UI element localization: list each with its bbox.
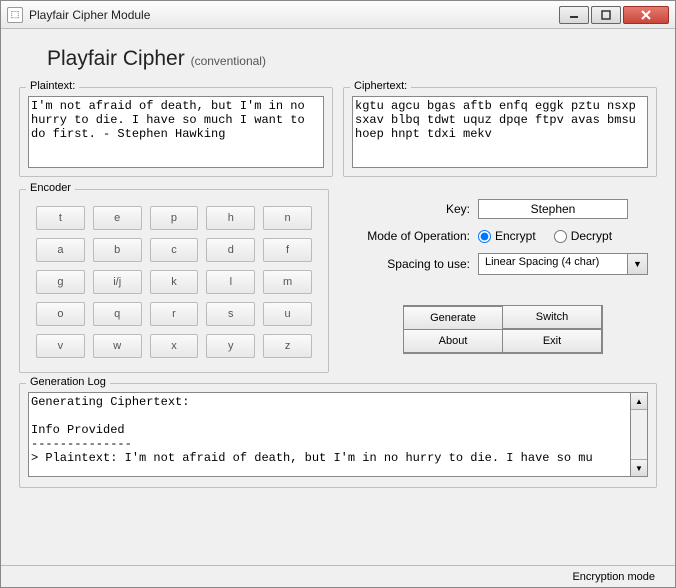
encoder-cell: t bbox=[36, 206, 85, 230]
encoder-cell: r bbox=[150, 302, 199, 326]
plaintext-group: Plaintext: I'm not afraid of death, but … bbox=[19, 87, 333, 177]
status-text: Encryption mode bbox=[572, 571, 655, 583]
ciphertext-group: Ciphertext: kgtu agcu bgas aftb enfq egg… bbox=[343, 87, 657, 177]
plaintext-input[interactable]: I'm not afraid of death, but I'm in no h… bbox=[28, 96, 324, 168]
settings-panel: Key: Mode of Operation: Encrypt bbox=[343, 189, 657, 373]
encoder-cell: o bbox=[36, 302, 85, 326]
title-subtitle: (conventional) bbox=[191, 54, 266, 68]
encoder-cell: l bbox=[206, 270, 255, 294]
decrypt-radio[interactable] bbox=[554, 230, 567, 243]
log-scrollbar[interactable]: ▲ ▼ bbox=[631, 392, 648, 477]
app-icon: ⬚ bbox=[7, 7, 23, 23]
encoder-cell: n bbox=[263, 206, 312, 230]
encoder-cell: d bbox=[206, 238, 255, 262]
encoder-cell: h bbox=[206, 206, 255, 230]
close-button[interactable] bbox=[623, 6, 669, 24]
minimize-button[interactable] bbox=[559, 6, 589, 24]
encoder-cell: s bbox=[206, 302, 255, 326]
app-window: ⬚ Playfair Cipher Module Playfair Cipher… bbox=[0, 0, 676, 588]
ciphertext-legend: Ciphertext: bbox=[350, 80, 411, 92]
title-main: Playfair Cipher bbox=[47, 47, 185, 70]
encoder-cell: f bbox=[263, 238, 312, 262]
log-output[interactable]: Generating Ciphertext: Info Provided ---… bbox=[28, 392, 631, 477]
encoder-cell: x bbox=[150, 334, 199, 358]
generate-button[interactable]: Generate bbox=[403, 306, 503, 330]
log-group: Generation Log Generating Ciphertext: In… bbox=[19, 383, 657, 488]
action-buttons: Generate Switch About Exit bbox=[403, 305, 603, 354]
window-controls bbox=[557, 6, 669, 24]
encoder-cell: i/j bbox=[93, 270, 142, 294]
encoder-cell: w bbox=[93, 334, 142, 358]
page-title: Playfair Cipher (conventional) bbox=[47, 47, 657, 71]
encoder-cell: k bbox=[150, 270, 199, 294]
encrypt-label: Encrypt bbox=[495, 229, 536, 243]
encoder-cell: e bbox=[93, 206, 142, 230]
encoder-cell: m bbox=[263, 270, 312, 294]
spacing-select[interactable]: Linear Spacing (4 char) ▼ bbox=[478, 253, 657, 275]
key-input[interactable] bbox=[478, 199, 628, 219]
switch-button[interactable]: Switch bbox=[502, 305, 602, 329]
encrypt-radio[interactable] bbox=[478, 230, 491, 243]
key-label: Key: bbox=[343, 202, 478, 216]
encoder-legend: Encoder bbox=[26, 182, 75, 194]
title-bar: ⬚ Playfair Cipher Module bbox=[1, 1, 675, 29]
spacing-label: Spacing to use: bbox=[343, 257, 478, 271]
encoder-cell: g bbox=[36, 270, 85, 294]
encoder-grid: tephn abcdf g i/j klm oqrsu vwxyz bbox=[36, 206, 312, 358]
maximize-button[interactable] bbox=[591, 6, 621, 24]
encoder-cell: q bbox=[93, 302, 142, 326]
mode-label: Mode of Operation: bbox=[343, 229, 478, 243]
log-legend: Generation Log bbox=[26, 376, 110, 388]
spacing-value: Linear Spacing (4 char) bbox=[478, 253, 628, 275]
encoder-cell: b bbox=[93, 238, 142, 262]
encrypt-radio-wrap[interactable]: Encrypt bbox=[478, 229, 536, 243]
status-bar: Encryption mode bbox=[1, 565, 675, 587]
encoder-cell: v bbox=[36, 334, 85, 358]
about-button[interactable]: About bbox=[403, 329, 503, 353]
encoder-cell: a bbox=[36, 238, 85, 262]
encoder-cell: z bbox=[263, 334, 312, 358]
scroll-down-icon[interactable]: ▼ bbox=[631, 459, 647, 476]
chevron-down-icon[interactable]: ▼ bbox=[628, 253, 648, 275]
encoder-cell: y bbox=[206, 334, 255, 358]
ciphertext-input[interactable]: kgtu agcu bgas aftb enfq eggk pztu nsxp … bbox=[352, 96, 648, 168]
plaintext-legend: Plaintext: bbox=[26, 80, 79, 92]
encoder-group: Encoder tephnabcdfgi/jklmoqrsuvwxyz bbox=[19, 189, 329, 373]
exit-button[interactable]: Exit bbox=[502, 329, 602, 353]
encoder-cell: p bbox=[150, 206, 199, 230]
client-area: Playfair Cipher (conventional) Plaintext… bbox=[1, 29, 675, 514]
decrypt-radio-wrap[interactable]: Decrypt bbox=[554, 229, 612, 243]
encoder-cell: u bbox=[263, 302, 312, 326]
encoder-cell: c bbox=[150, 238, 199, 262]
scroll-up-icon[interactable]: ▲ bbox=[631, 393, 647, 410]
window-title: Playfair Cipher Module bbox=[29, 8, 557, 22]
decrypt-label: Decrypt bbox=[571, 229, 612, 243]
scroll-track[interactable] bbox=[631, 410, 647, 459]
